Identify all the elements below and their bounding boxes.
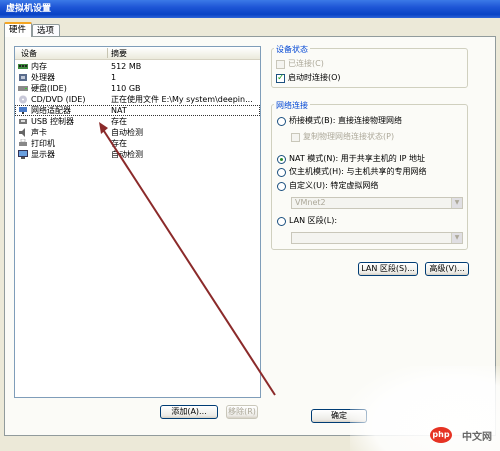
tab-hardware[interactable]: 硬件 [4,22,32,37]
watermark-text: 中文网 [462,432,492,443]
watermark: php 中文网 [350,366,500,451]
annotation-arrow-line [101,127,276,396]
annotation-arrowhead-icon [99,122,108,134]
php-logo-icon: php [430,427,452,443]
